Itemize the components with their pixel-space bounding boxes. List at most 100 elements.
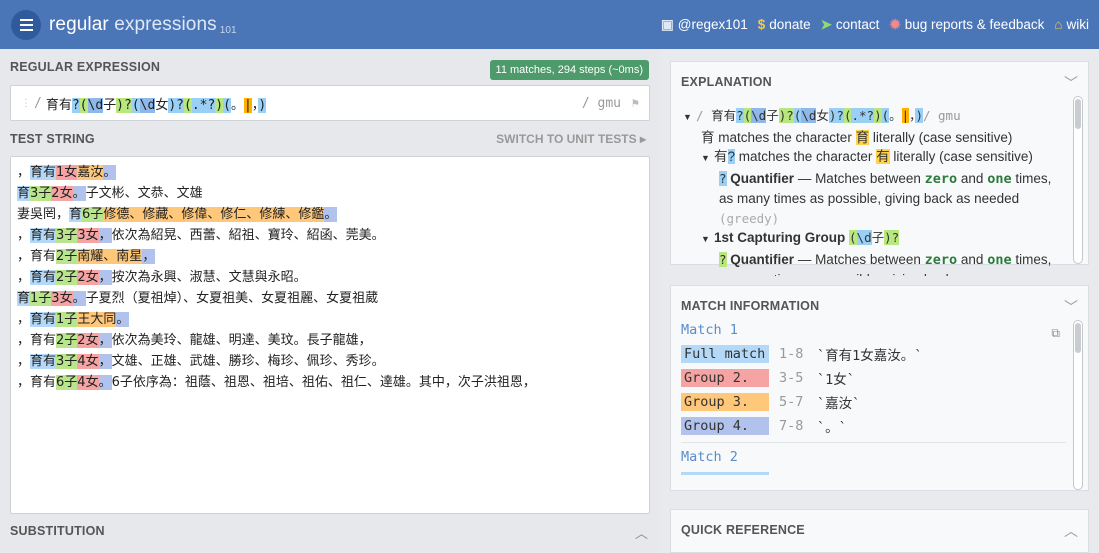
nav-wiki[interactable]: ⌂ wiki: [1054, 17, 1089, 32]
regex-flags[interactable]: / gmu: [582, 96, 621, 111]
switch-unit-tests-button[interactable]: SWITCH TO UNIT TESTS ▸: [496, 132, 646, 146]
explain-text: and: [957, 251, 988, 267]
regex-token: (: [131, 97, 140, 113]
explain-text: and: [957, 170, 988, 186]
chevron-up-icon[interactable]: ︿: [635, 523, 648, 542]
nav-regex101[interactable]: ▣ @regex101: [661, 17, 748, 33]
match-highlight: 3女: [51, 291, 73, 306]
scroll-thumb[interactable]: [1075, 323, 1081, 353]
match-highlight: 。: [72, 291, 86, 306]
match-scrollbar[interactable]: [1073, 320, 1083, 490]
match-highlight: 。: [103, 165, 117, 180]
match-highlight: 育有: [30, 228, 57, 243]
plain-text: 依次為紹晃、西蕾、紹祖、寶玲、紹函、莞美。: [111, 228, 385, 243]
match-highlight: 嘉汝: [77, 165, 104, 180]
match-label: Group 3.: [681, 393, 769, 411]
match-highlight: 育: [69, 207, 83, 222]
explain-quantifier: ? Quantifier — Matches between zero and …: [719, 170, 1052, 226]
chevron-down-icon[interactable]: ﹀: [1064, 297, 1078, 317]
twitter-icon: ▣: [661, 16, 674, 32]
regex-token: )?: [828, 108, 844, 123]
nav-label: donate: [769, 17, 811, 32]
nav-label: wiki: [1066, 17, 1090, 32]
test-line: ，育有3子4女，文雄、正雄、武雄、勝珍、梅珍、佩珍、秀珍。: [17, 351, 643, 372]
explanation-scrollbar[interactable]: [1073, 96, 1083, 264]
match-highlight: 6子: [82, 207, 104, 222]
test-line: ，育有3子3女，依次為紹晃、西蕾、紹祖、寶玲、紹函、莞美。: [17, 225, 643, 246]
nav-label: contact: [835, 17, 880, 32]
nav-contact[interactable]: ➤ contact: [821, 17, 880, 33]
flag-icon[interactable]: ⚑: [632, 96, 639, 110]
header-nav: ▣ @regex101 $ donate ➤ contact ✹ bug reports & …: [661, 0, 1089, 49]
match-highlight: 育: [17, 291, 31, 306]
explain-token: 育: [701, 129, 715, 145]
test-string-title: TEST STRING: [10, 132, 95, 146]
regex-token: ?: [71, 97, 80, 113]
match-highlight: 1女: [56, 165, 78, 180]
dollar-icon: $: [757, 17, 766, 32]
plain-text: ，育有: [17, 333, 57, 348]
match-highlight: 4女: [77, 354, 99, 369]
nav-donate[interactable]: $ donate: [758, 17, 811, 32]
editor-panel: REGULAR EXPRESSION 11 matches, 294 steps…: [0, 49, 660, 553]
match-highlight: 。: [98, 375, 112, 390]
plain-text: ，: [17, 270, 31, 285]
collapse-triangle-icon[interactable]: ▼: [683, 108, 692, 128]
bug-icon: ✹: [889, 16, 901, 32]
kw-one: one: [987, 251, 1012, 268]
match-row[interactable]: Group 4. 7-8 `。`: [681, 414, 1066, 438]
quick-reference-card: QUICK REFERENCE ︿: [670, 509, 1089, 553]
substitution-title[interactable]: SUBSTITUTION: [10, 524, 105, 538]
regex-token: 女: [816, 108, 829, 123]
regex-token: .*?: [851, 108, 875, 123]
plain-text: ，: [17, 228, 31, 243]
match-highlight: 3子: [56, 228, 78, 243]
regex-token: )?: [116, 97, 132, 113]
test-line: 育3子2女。子文彬、文恭、文雄: [17, 183, 643, 204]
explain-pattern: 育有?(\d子)?(\d女)?(.*?)(。|，): [711, 108, 923, 123]
match-row[interactable]: Group 3. 5-7 `嘉汝`: [681, 390, 1066, 414]
top-header: regular expressions 101 ▣ @regex101 $ donate…: [0, 0, 1099, 49]
paper-plane-icon: ➤: [820, 16, 832, 32]
match-label: Group 2.: [681, 369, 769, 387]
scroll-thumb[interactable]: [1075, 99, 1081, 129]
match-row[interactable]: Group 2. 3-5 `1女`: [681, 366, 1066, 390]
match-highlight: ，: [98, 270, 112, 285]
chevron-up-icon[interactable]: ︿: [1064, 521, 1078, 541]
test-line: ，育有2子2女，按次為永興、淑慧、文慧與永昭。: [17, 267, 643, 288]
brand-light: expressions: [114, 13, 217, 35]
match-range: 9-15: [779, 473, 817, 475]
regex-token: ): [874, 108, 882, 123]
collapse-triangle-icon[interactable]: ▼: [701, 149, 710, 169]
match-row[interactable]: Full match 1-8 `育有1女嘉汝。`: [681, 342, 1066, 366]
match-highlight: 。: [116, 312, 130, 327]
regex-token: 育有: [711, 108, 737, 123]
match-highlight: 王大同: [77, 312, 117, 327]
test-line: ，育有2子南耀、南星，: [17, 246, 643, 267]
collapse-triangle-icon[interactable]: ▼: [701, 230, 710, 250]
regex-token: 女: [155, 97, 169, 113]
chevron-down-icon[interactable]: ﹀: [1064, 73, 1078, 93]
nav-bug-reports-feedback[interactable]: ✹ bug reports & feedback: [889, 17, 1044, 33]
match-row[interactable]: Full match 9-15`育3子2女。`: [681, 469, 1066, 475]
quick-reference-title[interactable]: QUICK REFERENCE: [681, 523, 805, 537]
brand-logo[interactable]: regular expressions 101: [49, 14, 237, 36]
drag-handle-icon[interactable]: ⋮: [21, 98, 31, 109]
match-highlight: 。: [72, 186, 86, 201]
match-range: 1-8: [779, 346, 804, 362]
kw-zero: zero: [924, 251, 958, 268]
explain-line-2: ▼ 有? matches the character 有 literally (c…: [683, 147, 1063, 169]
regex-token: ): [215, 97, 224, 113]
match-label: Group 4.: [681, 417, 769, 435]
match-header: Match 2: [681, 449, 738, 465]
regex-input[interactable]: ⋮ / 育有?(\d子)?(\d女)?(.*?)(。|，) / gmu ⚑: [10, 85, 650, 121]
menu-button[interactable]: [11, 9, 41, 40]
regex-token: (: [743, 108, 752, 123]
regex-pattern[interactable]: 育有?(\d子)?(\d女)?(.*?)(。|，): [46, 94, 267, 113]
test-string-editor[interactable]: ，育有1女嘉汝。 育3子2女。子文彬、文恭、文雄 妻吳罔，育6子修德、修藏、修偉、修…: [10, 156, 650, 514]
regex-token: ): [258, 97, 267, 113]
explanation-title[interactable]: EXPLANATION: [681, 75, 772, 89]
match-highlight: 1子: [56, 312, 78, 327]
match-info-title[interactable]: MATCH INFORMATION: [681, 299, 819, 313]
brand-version: 101: [219, 24, 237, 36]
